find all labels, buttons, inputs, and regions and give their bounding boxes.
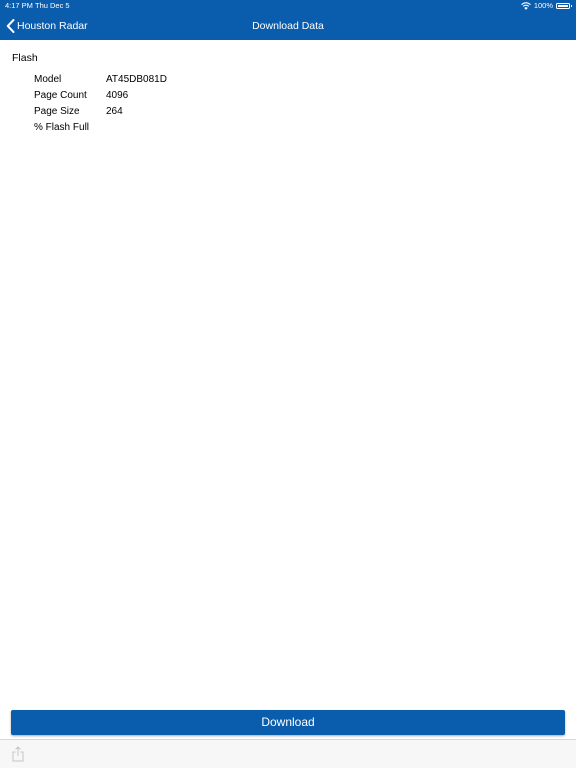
page-size-value: 264 xyxy=(106,106,123,117)
flash-section-title: Flash xyxy=(12,52,38,64)
page-count-label: Page Count xyxy=(34,90,87,101)
wifi-icon xyxy=(520,2,531,10)
page-title: Download Data xyxy=(252,20,324,32)
status-date: Thu Dec 5 xyxy=(35,1,70,10)
battery-percent: 100% xyxy=(533,1,553,10)
status-time: 4:17 PM xyxy=(5,1,33,10)
navigation-bar: 4:17 PM Thu Dec 5 100% Houston Radar Dow… xyxy=(0,0,576,40)
download-button[interactable]: Download xyxy=(11,710,565,735)
model-label: Model xyxy=(34,74,62,85)
status-indicators: 100% xyxy=(520,0,572,12)
status-bar: 4:17 PM Thu Dec 5 100% xyxy=(0,0,576,12)
battery-icon xyxy=(556,3,572,9)
page-size-label: Page Size xyxy=(34,106,80,117)
bottom-toolbar xyxy=(0,739,576,768)
flash-full-label: % Flash Full xyxy=(34,122,90,133)
share-icon[interactable] xyxy=(11,746,25,762)
page-count-value: 4096 xyxy=(106,90,129,101)
model-value: AT45DB081D xyxy=(106,74,167,85)
